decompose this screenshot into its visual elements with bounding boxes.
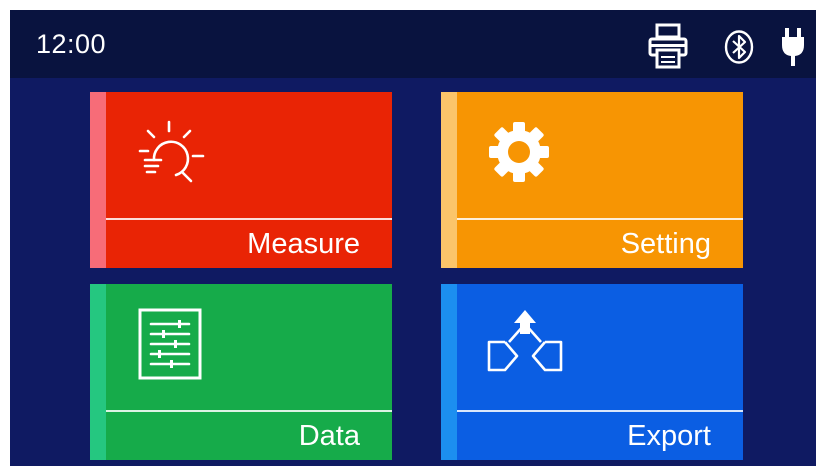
bluetooth-icon[interactable] bbox=[724, 30, 754, 64]
data-tile[interactable]: Data bbox=[90, 284, 392, 460]
measure-label: Measure bbox=[247, 228, 360, 260]
status-bar: 12:00 bbox=[10, 10, 816, 78]
power-plug-icon[interactable] bbox=[780, 27, 806, 67]
tile-divider bbox=[457, 410, 743, 412]
setting-tile[interactable]: Setting bbox=[441, 92, 743, 268]
tile-divider bbox=[457, 218, 743, 220]
sun-light-icon bbox=[138, 120, 205, 183]
tile-accent-bar bbox=[441, 92, 457, 268]
tile-accent-bar bbox=[90, 92, 106, 268]
setting-label: Setting bbox=[620, 228, 711, 260]
tile-divider bbox=[106, 218, 392, 220]
export-tile[interactable]: Export bbox=[441, 284, 743, 460]
tile-accent-bar bbox=[441, 284, 457, 460]
tile-divider bbox=[106, 410, 392, 412]
data-label: Data bbox=[298, 420, 360, 452]
printer-icon[interactable] bbox=[648, 22, 688, 70]
device-screen: 12:00 Measure Setting Data Export bbox=[10, 10, 816, 466]
gear-icon bbox=[489, 122, 549, 182]
clock: 12:00 bbox=[36, 29, 107, 59]
export-upload-icon bbox=[487, 310, 563, 372]
tile-accent-bar bbox=[90, 284, 106, 460]
data-list-icon bbox=[138, 308, 202, 380]
measure-tile[interactable]: Measure bbox=[90, 92, 392, 268]
export-label: Export bbox=[627, 420, 711, 452]
